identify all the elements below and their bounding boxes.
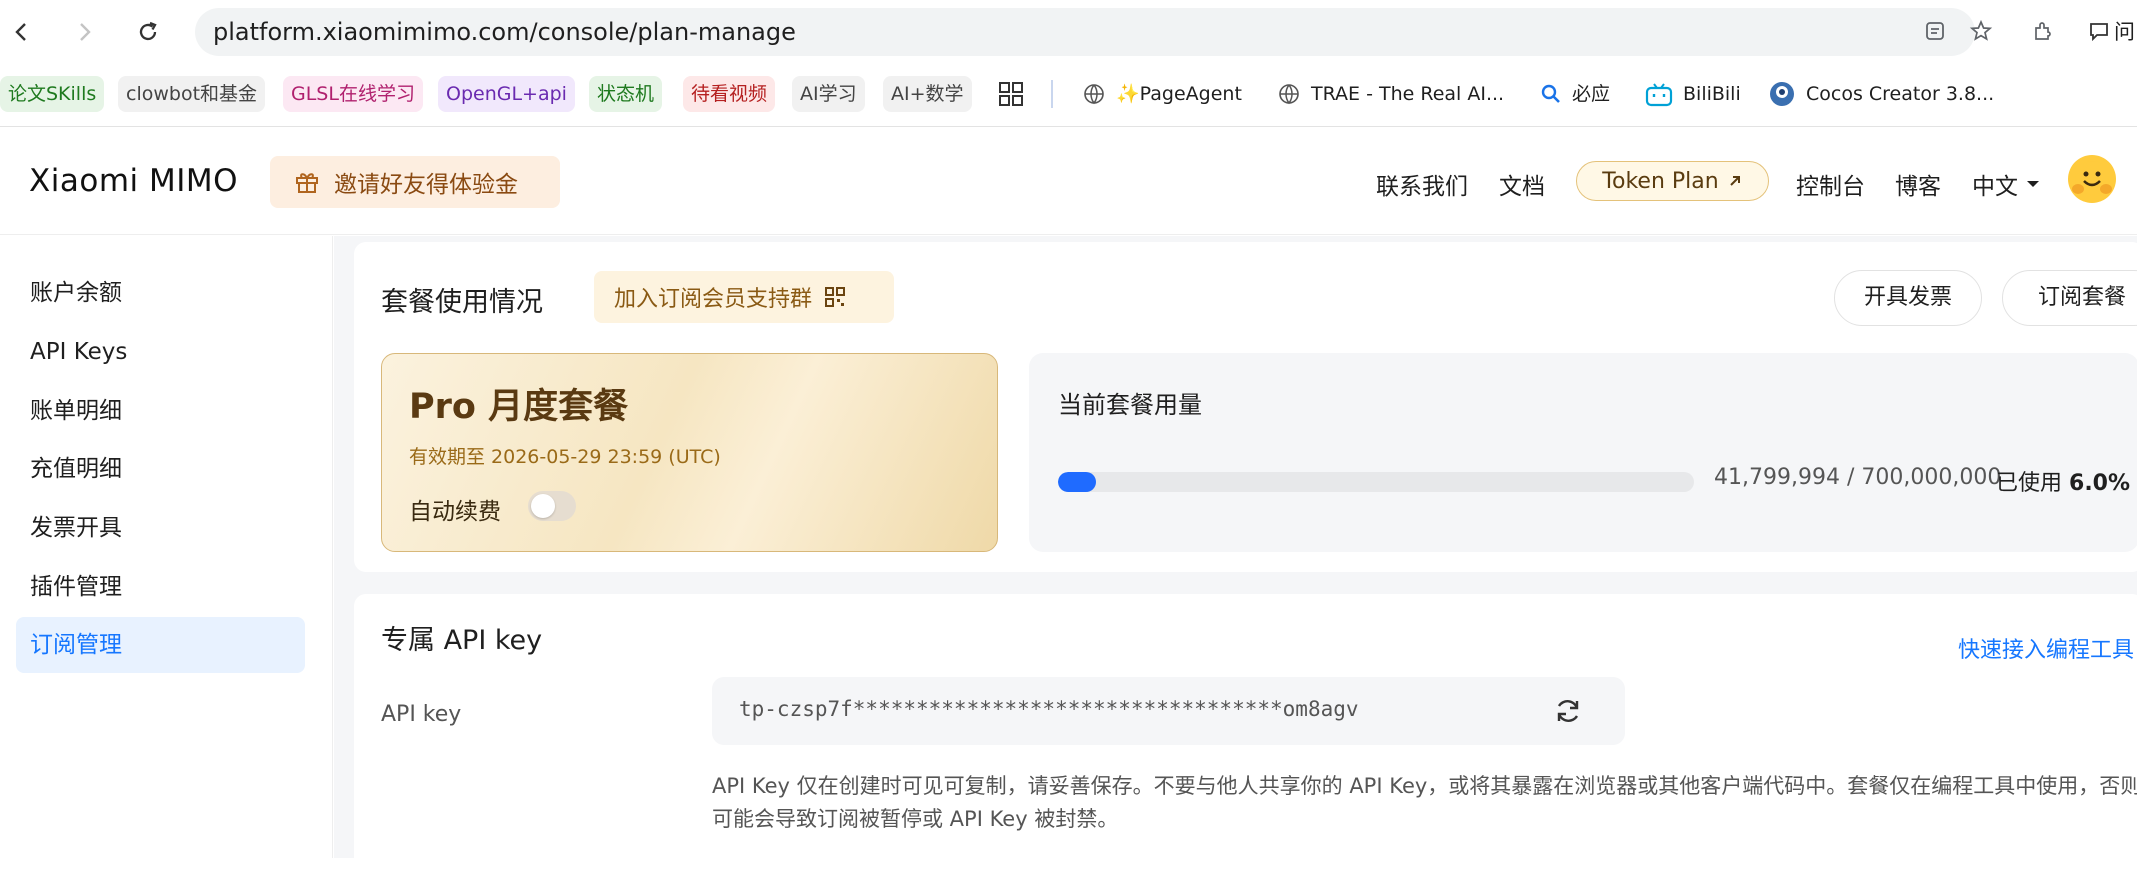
- bookmark-trae[interactable]: TRAE - The Real AI...: [1277, 76, 1504, 112]
- apps-grid-icon: [999, 82, 1023, 106]
- sidebar-item-invoice[interactable]: 发票开具: [16, 500, 305, 556]
- bookmark-pageagent[interactable]: ✨PageAgent: [1082, 76, 1242, 112]
- usage-panel: 当前套餐用量 41,799,994 / 700,000,000 已使用 6.0%: [1029, 353, 2137, 552]
- refresh-icon: [1557, 700, 1579, 722]
- sidebar-item-plugins[interactable]: 插件管理: [16, 559, 305, 615]
- plan-name: Pro 月度套餐: [409, 387, 629, 427]
- usage-count: 41,799,994 / 700,000,000: [1714, 465, 2002, 490]
- bookmark-folder-clowbot[interactable]: clowbot和基金: [118, 76, 266, 112]
- nav-docs[interactable]: 文档: [1499, 167, 1545, 201]
- sidebar-item-recharge[interactable]: 充值明细: [16, 441, 305, 497]
- nav-blog[interactable]: 博客: [1895, 167, 1941, 201]
- bookmark-bilibili[interactable]: BiliBili: [1645, 76, 1741, 112]
- bookmarks-bar: 论文SKills clowbot和基金 GLSL在线学习 OpenGL+api …: [0, 70, 2137, 126]
- reload-icon: [139, 21, 157, 41]
- bookmark-cocos[interactable]: Cocos Creator 3.8...: [1768, 76, 1994, 112]
- reader-mode-icon[interactable]: [1920, 16, 1950, 46]
- bookmark-folder-opengl[interactable]: OpenGL+api: [438, 76, 575, 112]
- api-key-warning: API Key 仅在创建时可见可复制，请妥善保存。不要与他人共享你的 API K…: [712, 774, 2137, 831]
- back-arrow-icon: [15, 23, 26, 41]
- back-button[interactable]: [4, 14, 40, 50]
- plan-usage-card: 套餐使用情况 加入订阅会员支持群 开具发票 订阅套餐 Pro 月度套餐 有效期至…: [354, 242, 2137, 572]
- api-section-title: 专属 API key: [381, 625, 543, 656]
- usage-used-label: 已使用: [1996, 471, 2063, 496]
- auto-renew-toggle[interactable]: [528, 491, 576, 521]
- join-support-group-button[interactable]: 加入订阅会员支持群: [594, 271, 894, 323]
- token-plan-button[interactable]: Token Plan: [1576, 161, 1769, 201]
- qr-code-icon: [825, 287, 846, 307]
- forward-button[interactable]: [66, 14, 102, 50]
- api-key-card: 专属 API key 快速接入编程工具 ↗ API key tp-czsp7f*…: [354, 594, 2137, 894]
- token-plan-label: Token Plan: [1602, 168, 1719, 194]
- bookmark-folder-ai-study[interactable]: AI学习: [792, 76, 865, 112]
- apps-grid-button[interactable]: [998, 76, 1024, 112]
- usage-percent-value: 6.0%: [2069, 471, 2131, 496]
- caret-down-icon: [2027, 181, 2039, 187]
- quick-integration-link[interactable]: 快速接入编程工具 ↗: [1958, 632, 2137, 664]
- extensions-icon[interactable]: [2028, 16, 2058, 46]
- cocos-icon: [1770, 82, 1794, 106]
- hugging-face-icon: [2072, 161, 2112, 195]
- language-label: 中文: [1972, 174, 2018, 200]
- subscribe-plan-button[interactable]: 订阅套餐: [2002, 270, 2137, 326]
- bookmark-folder-videos[interactable]: 待看视频: [683, 76, 776, 112]
- api-key-field[interactable]: tp-czsp7f*******************************…: [712, 677, 1625, 745]
- bookmark-bing[interactable]: 必应: [1540, 76, 1610, 112]
- site-header: Xiaomi MIMO 邀请好友得体验金 联系我们 文档 Token Plan …: [0, 127, 2137, 235]
- bookmark-star-icon[interactable]: [1966, 16, 1996, 46]
- invite-friends-button[interactable]: 邀请好友得体验金: [270, 156, 560, 208]
- bookmarks-divider: [1051, 80, 1053, 108]
- usage-percent: 已使用 6.0%: [1996, 465, 2130, 497]
- nav-console[interactable]: 控制台: [1796, 167, 1865, 201]
- sidebar-item-balance[interactable]: 账户余额: [16, 265, 305, 321]
- globe-icon: [1279, 84, 1299, 105]
- usage-title: 当前套餐用量: [1058, 391, 1202, 419]
- globe-icon: [1084, 84, 1104, 105]
- user-avatar[interactable]: [2068, 155, 2116, 203]
- sidebar-item-billing[interactable]: 账单明细: [16, 383, 305, 439]
- usage-progress-bar: [1058, 472, 1694, 492]
- join-group-label: 加入订阅会员支持群: [614, 287, 813, 312]
- sidebar-item-api-keys[interactable]: API Keys: [16, 324, 305, 380]
- site-logo[interactable]: Xiaomi MIMO: [29, 163, 238, 199]
- bilibili-icon: [1645, 83, 1673, 107]
- sidebar: 账户余额 API Keys 账单明细 充值明细 发票开具 插件管理 订阅管理: [0, 236, 333, 858]
- chat-label: 问: [2114, 20, 2135, 44]
- main-content: 套餐使用情况 加入订阅会员支持群 开具发票 订阅套餐 Pro 月度套餐 有效期至…: [334, 236, 2137, 894]
- section-title: 套餐使用情况: [381, 287, 543, 318]
- auto-renew-label: 自动续费: [409, 499, 501, 525]
- bookmark-folder-papers[interactable]: 论文SKills: [0, 76, 105, 112]
- url-text: platform.xiaomimimo.com/console/plan-man…: [213, 18, 796, 46]
- usage-progress-fill: [1058, 472, 1097, 492]
- invite-label: 邀请好友得体验金: [334, 172, 518, 198]
- plan-card: Pro 月度套餐 有效期至 2026-05-29 23:59 (UTC) 自动续…: [381, 353, 998, 552]
- bookmark-folder-glsl[interactable]: GLSL在线学习: [283, 76, 423, 112]
- quick-link-label: 快速接入编程工具: [1958, 638, 2135, 663]
- api-key-value: tp-czsp7f*******************************…: [739, 697, 1359, 721]
- gift-icon: [296, 173, 318, 193]
- bing-search-icon: [1541, 84, 1560, 103]
- plan-expiry: 有效期至 2026-05-29 23:59 (UTC): [409, 446, 721, 468]
- arrow-up-right-icon: [1729, 176, 1740, 186]
- sidebar-item-subscription[interactable]: 订阅管理: [16, 617, 305, 673]
- api-key-label: API key: [381, 702, 462, 727]
- browser-toolbar: platform.xiaomimimo.com/console/plan-man…: [0, 0, 2137, 64]
- regenerate-key-button[interactable]: [1551, 694, 1585, 728]
- toggle-knob: [531, 494, 555, 518]
- chat-icon[interactable]: 问: [2088, 16, 2137, 46]
- bookmark-folder-ai-math[interactable]: AI+数学: [883, 76, 972, 112]
- issue-invoice-button[interactable]: 开具发票: [1834, 270, 1982, 326]
- bookmark-folder-state-machine[interactable]: 状态机: [589, 76, 663, 112]
- forward-arrow-icon: [80, 23, 91, 41]
- language-selector[interactable]: 中文: [1972, 167, 2040, 201]
- nav-contact[interactable]: 联系我们: [1376, 167, 1468, 201]
- reload-button[interactable]: [130, 14, 166, 50]
- address-bar[interactable]: platform.xiaomimimo.com/console/plan-man…: [195, 8, 1975, 56]
